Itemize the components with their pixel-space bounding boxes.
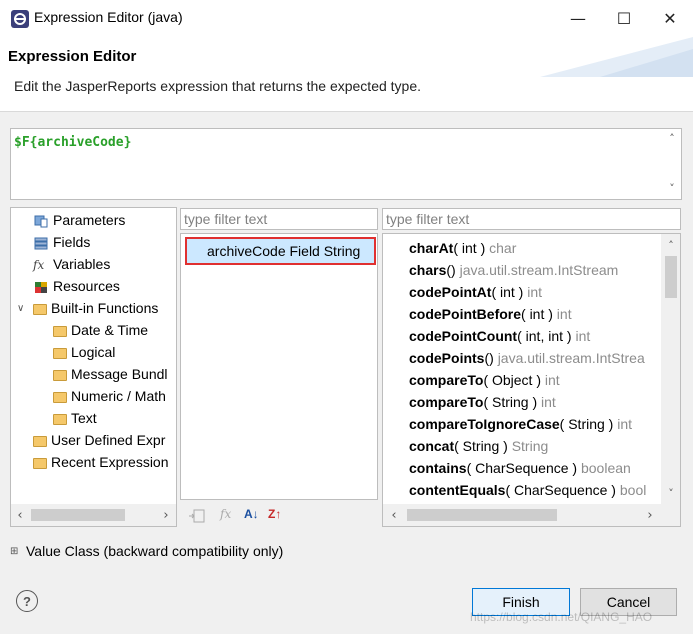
method-item[interactable]: compareToIgnoreCase( String ) int bbox=[409, 413, 632, 435]
variables-icon: fx bbox=[33, 257, 45, 272]
scroll-right-icon[interactable]: › bbox=[643, 508, 657, 523]
method-item[interactable]: contains( CharSequence ) boolean bbox=[409, 457, 631, 479]
scrollbar-thumb[interactable] bbox=[407, 509, 557, 521]
tree-item-date-time[interactable]: Date & Time bbox=[53, 320, 148, 341]
chevron-down-icon[interactable]: ∨ bbox=[17, 298, 33, 319]
tree-item-text[interactable]: Text bbox=[53, 408, 97, 429]
tree-item-built-in-functions[interactable]: ∨ Built-in Functions bbox=[17, 298, 158, 319]
scroll-left-icon[interactable]: ‹ bbox=[387, 508, 401, 523]
parameters-icon bbox=[34, 215, 48, 227]
methods-filter-input[interactable]: type filter text bbox=[382, 208, 681, 230]
fields-filter-input[interactable]: type filter text bbox=[180, 208, 378, 230]
help-icon[interactable]: ? bbox=[16, 590, 38, 612]
sort-ascending-icon[interactable]: A↓ bbox=[244, 507, 259, 521]
tree-item-user-defined[interactable]: User Defined Expr bbox=[33, 430, 165, 451]
tree-item-label: Text bbox=[71, 410, 97, 426]
tree-item-label: Resources bbox=[53, 278, 120, 294]
folder-icon bbox=[53, 370, 67, 381]
method-item[interactable]: codePointAt( int ) int bbox=[409, 281, 542, 303]
minimize-button[interactable]: — bbox=[555, 0, 601, 37]
maximize-icon: ☐ bbox=[616, 9, 632, 28]
tree-horizontal-scrollbar[interactable]: ‹ › bbox=[11, 504, 176, 526]
method-item[interactable]: compareTo( Object ) int bbox=[409, 369, 560, 391]
close-button[interactable]: ✕ bbox=[647, 0, 693, 37]
minimize-icon: — bbox=[570, 9, 586, 28]
methods-vertical-scrollbar[interactable]: ˄ ˅ bbox=[661, 234, 680, 504]
tree-item-label: Variables bbox=[53, 256, 111, 272]
value-class-section[interactable]: ⊞ Value Class (backward compatibility on… bbox=[10, 540, 682, 562]
folder-icon bbox=[33, 436, 47, 447]
method-item[interactable]: codePointCount( int, int ) int bbox=[409, 325, 590, 347]
method-item[interactable]: codePoints() java.util.stream.IntStrea bbox=[409, 347, 645, 369]
sort-descending-icon[interactable]: Z↑ bbox=[268, 507, 281, 521]
function-icon[interactable]: fx bbox=[220, 507, 231, 521]
tree-item-fields[interactable]: Fields bbox=[33, 232, 90, 253]
method-item[interactable]: concat( String ) String bbox=[409, 435, 548, 457]
folder-icon bbox=[53, 326, 67, 337]
fields-icon bbox=[34, 237, 48, 249]
dialog-footer: ? Finish Cancel https://blog.csdn.net/QI… bbox=[0, 572, 693, 634]
tree-item-label: User Defined Expr bbox=[51, 432, 166, 448]
tree-item-variables[interactable]: fx Variables bbox=[33, 254, 110, 275]
scroll-up-icon[interactable]: ˄ bbox=[664, 238, 678, 252]
methods-list[interactable]: charAt( int ) char chars() java.util.str… bbox=[382, 233, 681, 527]
scrollbar-thumb[interactable] bbox=[31, 509, 125, 521]
scrollbar-thumb[interactable] bbox=[665, 256, 677, 298]
tree-item-label: Recent Expression bbox=[51, 454, 169, 470]
resources-icon bbox=[35, 281, 47, 293]
eclipse-app-icon bbox=[11, 10, 29, 28]
scroll-right-icon[interactable]: › bbox=[159, 508, 173, 523]
scroll-left-icon[interactable]: ‹ bbox=[13, 508, 27, 523]
folder-icon bbox=[33, 304, 47, 315]
tree-item-numeric-math[interactable]: Numeric / Math bbox=[53, 386, 166, 407]
scroll-down-icon[interactable]: ˅ bbox=[664, 486, 678, 500]
maximize-button[interactable]: ☐ bbox=[601, 0, 647, 37]
folder-icon bbox=[53, 392, 67, 403]
folder-icon bbox=[33, 458, 47, 469]
tree-item-label: Parameters bbox=[53, 212, 126, 228]
expression-editor[interactable]: $F{archiveCode} ˄ ˅ bbox=[10, 128, 682, 200]
tree-item-label: Message Bundl bbox=[71, 366, 168, 382]
watermark-text: https://blog.csdn.net/QIANG_HAO bbox=[470, 610, 653, 624]
method-item[interactable]: charAt( int ) char bbox=[409, 237, 516, 259]
methods-horizontal-scrollbar[interactable]: ‹ › bbox=[383, 504, 680, 526]
expression-text: $F{archiveCode} bbox=[14, 135, 132, 150]
field-item-archivecode[interactable]: archiveCode Field String bbox=[185, 237, 376, 265]
method-item[interactable]: compareTo( String ) int bbox=[409, 391, 556, 413]
tree-item-label: Numeric / Math bbox=[71, 388, 166, 404]
tree-item-parameters[interactable]: Parameters bbox=[33, 210, 125, 231]
header-title: Expression Editor bbox=[8, 48, 137, 65]
header-description: Edit the JasperReports expression that r… bbox=[14, 78, 422, 94]
tree-item-recent-expressions[interactable]: Recent Expression bbox=[33, 452, 169, 473]
methods-viewport: charAt( int ) char chars() java.util.str… bbox=[383, 234, 661, 504]
scroll-up-icon[interactable]: ˄ bbox=[665, 131, 679, 145]
tree-item-resources[interactable]: Resources bbox=[33, 276, 120, 297]
folder-icon bbox=[53, 348, 67, 359]
dialog-header: Expression Editor Edit the JasperReports… bbox=[0, 37, 693, 112]
title-bar: Expression Editor (java) — ☐ ✕ bbox=[0, 0, 693, 37]
tree-item-label: Logical bbox=[71, 344, 116, 360]
tree-item-label: Date & Time bbox=[71, 322, 149, 338]
method-item[interactable]: codePointBefore( int ) int bbox=[409, 303, 572, 325]
expression-scrollbar[interactable]: ˄ ˅ bbox=[663, 129, 681, 199]
close-icon: ✕ bbox=[663, 9, 677, 28]
window-title: Expression Editor (java) bbox=[34, 9, 183, 25]
fields-toolbar: fx A↓ Z↑ bbox=[186, 505, 306, 527]
insert-icon[interactable] bbox=[188, 508, 206, 524]
fields-list[interactable]: archiveCode Field String bbox=[180, 233, 378, 500]
scroll-down-icon[interactable]: ˅ bbox=[665, 181, 679, 195]
tree-item-message-bundle[interactable]: Message Bundl bbox=[53, 364, 168, 385]
value-class-label: Value Class (backward compatibility only… bbox=[26, 543, 284, 559]
method-item[interactable]: chars() java.util.stream.IntStream bbox=[409, 259, 618, 281]
folder-icon bbox=[53, 414, 67, 425]
category-tree[interactable]: Parameters Fields fx Variables Resources… bbox=[10, 207, 177, 527]
expand-icon[interactable]: ⊞ bbox=[10, 546, 26, 557]
tree-item-label: Fields bbox=[53, 234, 91, 250]
method-item[interactable]: contentEquals( CharSequence ) bool bbox=[409, 479, 646, 501]
tree-item-logical[interactable]: Logical bbox=[53, 342, 115, 363]
tree-item-label: Built-in Functions bbox=[51, 300, 159, 316]
header-banner-decoration-icon bbox=[540, 37, 693, 77]
